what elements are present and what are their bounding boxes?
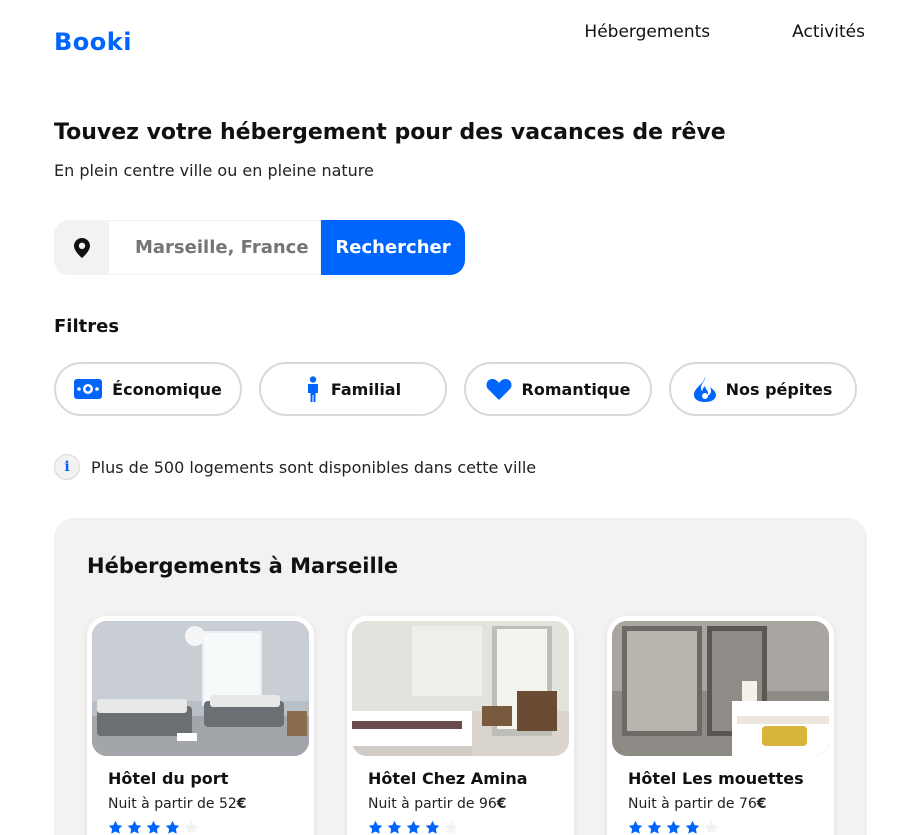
star-filled-icon [127,820,142,834]
listing-rating [628,820,829,835]
star-filled-icon [387,820,402,834]
search-button[interactable]: Rechercher [321,220,465,275]
listing-card-hotel-du-port[interactable]: Hôtel du port Nuit à partir de 52€ [87,616,314,835]
filter-familial[interactable]: Familial [259,362,447,416]
filter-nos-pepites[interactable]: Nos pépites [669,362,857,416]
filters-title: Filtres [54,316,120,337]
star-filled-icon [368,820,383,834]
star-empty-icon [704,820,719,834]
listings-title: Hébergements à Marseille [87,554,399,578]
listing-name: Hôtel Chez Amina [368,769,528,788]
search-bar: Rechercher [54,220,465,275]
star-filled-icon [647,820,662,834]
listing-rating [108,820,309,835]
listing-photo [612,621,829,756]
money-icon [74,379,103,399]
filter-label: Familial [330,379,402,399]
star-filled-icon [146,820,161,834]
logo[interactable]: Booki [54,28,132,56]
main-nav: Hébergements Activités [584,22,865,42]
heart-icon [486,379,511,400]
listing-card-hotel-les-mouettes[interactable]: Hôtel Les mouettes Nuit à partir de 76€ [607,616,834,835]
star-empty-icon [444,820,459,834]
listing-price: Nuit à partir de 76€ [628,796,767,812]
listing-rating [368,820,569,835]
nav-item-hebergements[interactable]: Hébergements [584,22,710,42]
filter-label: Romantique [521,379,631,399]
info-icon: i [54,454,80,480]
listing-price: Nuit à partir de 52€ [108,796,247,812]
star-filled-icon [666,820,681,834]
listings-cards: Hôtel du port Nuit à partir de 52€ Hôtel… [87,616,834,835]
star-empty-icon [184,820,199,834]
info-text: Plus de 500 logements sont disponibles d… [91,457,537,477]
page-title: Touvez votre hébergement pour des vacanc… [54,120,726,145]
location-pin-icon [54,220,109,275]
listing-name: Hôtel du port [108,769,229,788]
listing-photo [352,621,569,756]
star-filled-icon [406,820,421,834]
info-message: i Plus de 500 logements sont disponibles… [54,454,536,480]
fire-icon [693,376,716,402]
filter-romantique[interactable]: Romantique [464,362,652,416]
filters-list: Économique Familial Romantique Nos pépit… [54,362,857,416]
filter-label: Nos pépites [725,379,833,399]
nav-item-activites[interactable]: Activités [792,22,865,42]
filter-label: Économique [112,379,222,399]
listings-section: Hébergements à Marseille Hôtel du port N… [54,518,867,835]
filter-economique[interactable]: Économique [54,362,242,416]
star-filled-icon [108,820,123,834]
page-subtitle: En plein centre ville ou en pleine natur… [54,161,374,180]
search-input[interactable] [109,220,321,275]
star-filled-icon [685,820,700,834]
listing-photo [92,621,309,756]
star-filled-icon [165,820,180,834]
star-filled-icon [628,820,643,834]
listing-name: Hôtel Les mouettes [628,769,804,788]
listing-card-hotel-chez-amina[interactable]: Hôtel Chez Amina Nuit à partir de 96€ [347,616,574,835]
star-filled-icon [425,820,440,834]
child-icon [307,376,318,402]
listing-price: Nuit à partir de 96€ [368,796,507,812]
